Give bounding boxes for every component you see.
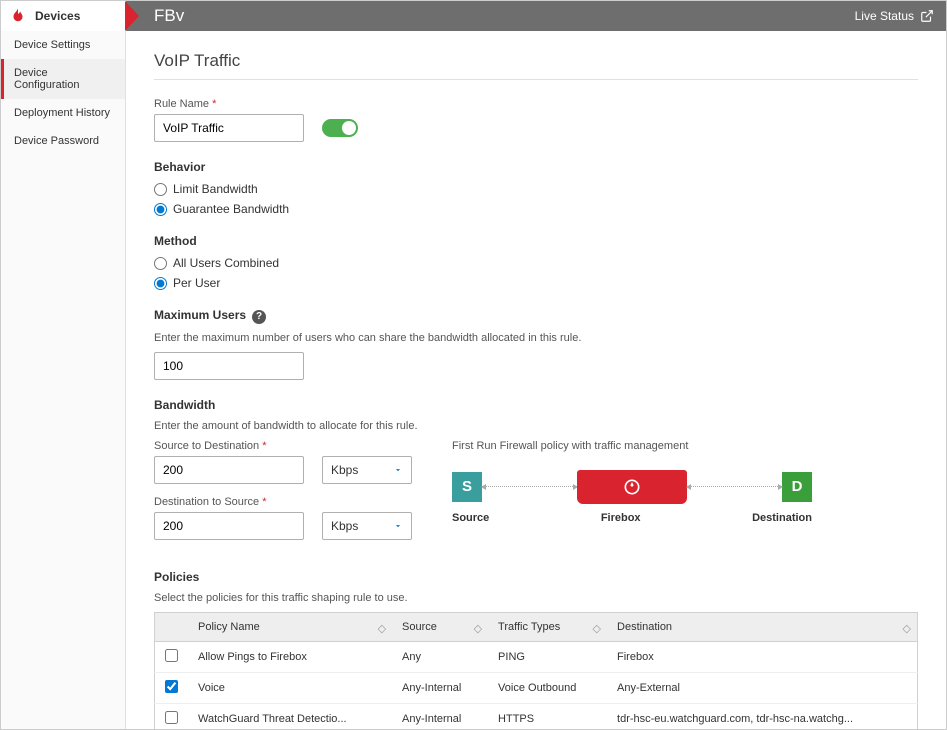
col-policy-name[interactable]: Policy Name◇ [188, 612, 392, 641]
live-status-link[interactable]: Live Status [855, 9, 934, 23]
s2d-unit-label: Kbps [331, 463, 358, 477]
sidebar-item-device-configuration[interactable]: Device Configuration [1, 59, 125, 99]
diagram: First Run Firewall policy with traffic m… [452, 440, 918, 524]
max-users-label: Maximum Users [154, 308, 246, 322]
chevron-down-icon [393, 521, 403, 531]
top-header: Devices FBv Live Status [1, 1, 946, 31]
cell-source: Any-Internal [392, 672, 488, 703]
policies-heading: Policies [154, 570, 918, 584]
cell-types: PING [488, 641, 607, 672]
radio-all-users[interactable]: All Users Combined [154, 256, 918, 270]
radio-guarantee-label: Guarantee Bandwidth [173, 202, 289, 216]
sidebar-item-deployment-history[interactable]: Deployment History [1, 99, 125, 127]
radio-guarantee-bandwidth[interactable]: Guarantee Bandwidth [154, 202, 918, 216]
live-status-label: Live Status [855, 9, 914, 23]
logo-area: Devices [1, 1, 126, 31]
cell-dest: Firebox [607, 641, 917, 672]
d2s-label: Destination to Source [154, 496, 412, 508]
radio-per-user-label: Per User [173, 276, 220, 290]
s2d-unit-select[interactable]: Kbps [322, 456, 412, 484]
s2d-input[interactable] [154, 456, 304, 484]
sort-icon: ◇ [593, 622, 601, 635]
s2d-label: Source to Destination [154, 440, 412, 452]
enable-toggle[interactable] [322, 119, 358, 137]
source-box: S [452, 472, 482, 502]
sidebar: Device Settings Device Configuration Dep… [1, 31, 126, 729]
external-link-icon [920, 9, 934, 23]
logo-text: Devices [35, 9, 80, 23]
row-checkbox[interactable] [165, 649, 178, 662]
sort-icon: ◇ [474, 622, 482, 635]
sidebar-item-device-settings[interactable]: Device Settings [1, 31, 125, 59]
max-users-heading: Maximum Users? [154, 308, 918, 324]
behavior-heading: Behavior [154, 160, 918, 174]
policies-table: Policy Name◇ Source◇ Traffic Types◇ Dest… [154, 612, 918, 730]
col-traffic-types[interactable]: Traffic Types◇ [488, 612, 607, 641]
radio-limit-bandwidth[interactable]: Limit Bandwidth [154, 182, 918, 196]
col-destination[interactable]: Destination◇ [607, 612, 917, 641]
col-source[interactable]: Source◇ [392, 612, 488, 641]
rule-name-label: Rule Name [154, 98, 918, 110]
max-users-input[interactable] [154, 352, 304, 380]
row-checkbox[interactable] [165, 680, 178, 693]
firebox-box [577, 470, 687, 504]
firebox-logo-icon [622, 477, 642, 497]
d2s-unit-label: Kbps [331, 519, 358, 533]
col-checkbox [155, 612, 189, 641]
destination-box: D [782, 472, 812, 502]
sort-icon: ◇ [903, 622, 911, 635]
table-row[interactable]: Allow Pings to FireboxAnyPINGFirebox [155, 641, 918, 672]
arrow-left [482, 486, 577, 487]
cell-name: Allow Pings to Firebox [188, 641, 392, 672]
cell-source: Any [392, 641, 488, 672]
method-heading: Method [154, 234, 918, 248]
radio-all-users-label: All Users Combined [173, 256, 279, 270]
header-title: FBv [154, 6, 184, 26]
cell-source: Any-Internal [392, 703, 488, 729]
diagram-firebox-label: Firebox [566, 512, 676, 524]
chevron-down-icon [393, 465, 403, 475]
cell-dest: Any-External [607, 672, 917, 703]
main-content: VoIP Traffic Rule Name Behavior Limit Ba… [126, 31, 946, 729]
bandwidth-heading: Bandwidth [154, 398, 918, 412]
radio-limit-label: Limit Bandwidth [173, 182, 258, 196]
diagram-title: First Run Firewall policy with traffic m… [452, 440, 918, 452]
diagram-source-label: Source [452, 512, 489, 524]
d2s-unit-select[interactable]: Kbps [322, 512, 412, 540]
table-row[interactable]: WatchGuard Threat Detectio...Any-Interna… [155, 703, 918, 729]
rule-name-input[interactable] [154, 114, 304, 142]
page-title: VoIP Traffic [154, 51, 918, 80]
radio-per-user[interactable]: Per User [154, 276, 918, 290]
diagram-destination-label: Destination [752, 512, 812, 524]
table-row[interactable]: VoiceAny-InternalVoice OutboundAny-Exter… [155, 672, 918, 703]
cell-name: WatchGuard Threat Detectio... [188, 703, 392, 729]
cell-dest: tdr-hsc-eu.watchguard.com, tdr-hsc-na.wa… [607, 703, 917, 729]
cell-types: HTTPS [488, 703, 607, 729]
flame-icon [9, 7, 27, 25]
cell-name: Voice [188, 672, 392, 703]
d2s-input[interactable] [154, 512, 304, 540]
bandwidth-desc: Enter the amount of bandwidth to allocat… [154, 420, 918, 432]
sidebar-item-device-password[interactable]: Device Password [1, 127, 125, 155]
sort-icon: ◇ [378, 622, 386, 635]
row-checkbox[interactable] [165, 711, 178, 724]
policies-desc: Select the policies for this traffic sha… [154, 592, 918, 604]
max-users-desc: Enter the maximum number of users who ca… [154, 332, 918, 344]
cell-types: Voice Outbound [488, 672, 607, 703]
arrow-right [687, 486, 782, 487]
help-icon[interactable]: ? [252, 310, 266, 324]
